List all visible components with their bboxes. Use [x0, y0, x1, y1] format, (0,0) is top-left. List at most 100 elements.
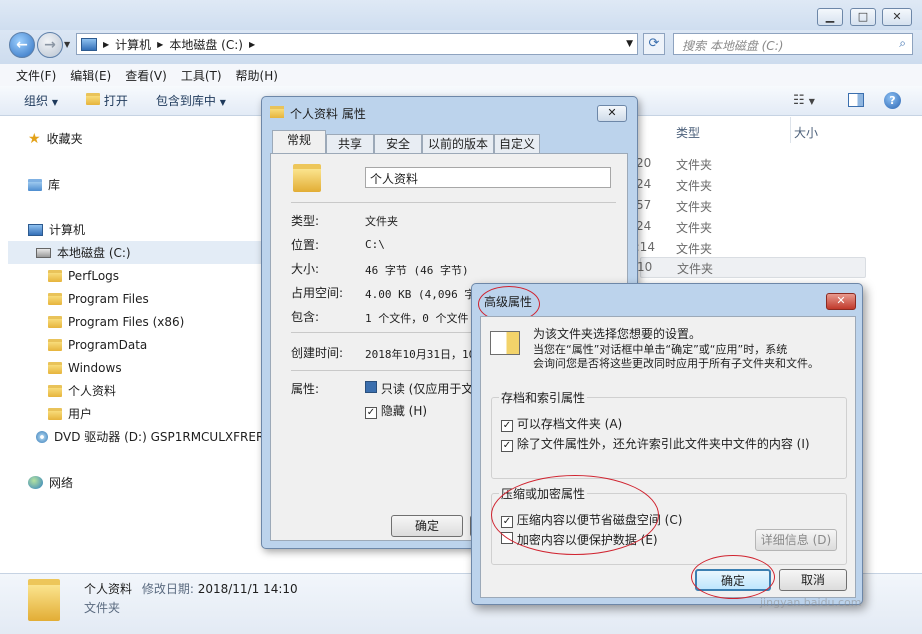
attributes-icon: [490, 331, 520, 355]
arrow-right-icon: →: [44, 37, 56, 53]
contains-label: 包含:: [291, 310, 320, 324]
nav-drive-c-label: 本地磁盘 (C:): [57, 246, 131, 260]
table-row[interactable]: 57 文件夹: [636, 196, 866, 217]
nav-favorites[interactable]: ★ 收藏夹: [28, 127, 83, 150]
menu-help[interactable]: 帮助(H): [236, 67, 278, 84]
view-options-icon[interactable]: ☷ ▼: [793, 93, 815, 108]
table-row[interactable]: 20 文件夹: [636, 154, 866, 175]
refresh-button[interactable]: ⟳: [643, 33, 665, 55]
refresh-icon: ⟳: [648, 36, 660, 51]
breadcrumb-computer[interactable]: 计算机: [115, 36, 151, 53]
folder-large-icon: [28, 579, 60, 621]
folder-icon: [48, 269, 62, 282]
drive-icon: [36, 247, 51, 258]
details-modified-value: 2018/11/1 14:10: [197, 582, 298, 596]
nav-folder-label: PerfLogs: [68, 268, 120, 283]
menu-view[interactable]: 查看(V): [125, 67, 167, 84]
table-row[interactable]: 24 文件夹: [636, 175, 866, 196]
maximize-button[interactable]: □: [850, 8, 876, 26]
tab-general[interactable]: 常规: [272, 130, 326, 154]
menu-file[interactable]: 文件(F): [16, 67, 56, 84]
archive-checkbox[interactable]: ✓ 可以存档文件夹 (A): [501, 415, 622, 432]
minimize-button[interactable]: ▁: [817, 8, 843, 26]
history-dropdown-icon[interactable]: ▼: [64, 40, 70, 49]
row-date: 20: [636, 156, 652, 170]
tab-security[interactable]: 安全: [374, 134, 422, 154]
tab-customize[interactable]: 自定义: [494, 134, 540, 154]
folder-icon: [48, 407, 62, 420]
nav-folder-item[interactable]: ProgramData: [48, 333, 147, 356]
nav-folder-item[interactable]: Program Files (x86): [48, 310, 184, 333]
column-size[interactable]: 大小: [794, 124, 818, 141]
include-label: 包含到库中: [155, 94, 216, 108]
row-date: 24: [636, 219, 652, 233]
readonly-label: 只读 (仅应用于文: [380, 382, 474, 396]
column-type[interactable]: 类型: [676, 124, 700, 141]
close-button[interactable]: ✕: [882, 8, 912, 26]
organize-label: 组织: [24, 94, 49, 108]
nav-computer[interactable]: 计算机: [28, 218, 85, 241]
nav-dvd-label: DVD 驱动器 (D:) GSP1RMCULXFRER: [54, 430, 265, 444]
details-type: 文件夹: [84, 601, 121, 615]
preview-pane-icon[interactable]: [848, 93, 864, 107]
nav-dvd[interactable]: DVD 驱动器 (D:) GSP1RMCULXFRER: [36, 425, 264, 448]
row-type: 文件夹: [676, 242, 713, 256]
ok-button[interactable]: 确定: [391, 515, 463, 537]
include-library-button[interactable]: 包含到库中 ▼: [156, 92, 226, 109]
type-label: 类型:: [291, 214, 320, 228]
checkbox-indeterminate-icon: [365, 381, 377, 393]
table-row[interactable]: 2:14 文件夹: [628, 238, 866, 259]
address-bar[interactable]: ▶ 计算机 ▶ 本地磁盘 (C:) ▶ ▼: [76, 33, 638, 55]
column-divider[interactable]: [790, 117, 791, 143]
tab-sharing[interactable]: 共享: [326, 134, 374, 154]
computer-icon: [81, 37, 97, 51]
hidden-label: 隐藏 (H): [380, 404, 428, 418]
dropdown-arrow-icon[interactable]: ▼: [626, 39, 633, 49]
search-input[interactable]: 搜索 本地磁盘 (C:) ⌕: [673, 33, 913, 55]
created-label: 创建时间:: [291, 346, 344, 360]
cancel-button[interactable]: 取消: [779, 569, 847, 591]
nav-folder-item[interactable]: Windows: [48, 356, 122, 379]
attributes-label: 属性:: [291, 382, 320, 396]
nav-folder-label: ProgramData: [68, 337, 148, 352]
table-row-selected[interactable]: 10 文件夹: [637, 257, 866, 278]
readonly-checkbox[interactable]: 只读 (仅应用于文: [365, 380, 475, 397]
nav-folder-item[interactable]: 用户: [48, 402, 92, 425]
nav-network[interactable]: 网络: [28, 471, 73, 494]
created-value: 2018年10月31日，10: [365, 348, 476, 361]
name-field[interactable]: 个人资料: [365, 167, 611, 188]
index-checkbox[interactable]: ✓ 除了文件属性外，还允许索引此文件夹中文件的内容 (I): [501, 435, 841, 452]
details-modified-label: 修改日期:: [141, 582, 194, 596]
folder-icon: [270, 106, 284, 118]
nav-folder-item[interactable]: 个人资料: [48, 379, 116, 402]
back-button[interactable]: ←: [9, 32, 35, 58]
details-button[interactable]: 详细信息 (D): [755, 529, 837, 551]
help-icon[interactable]: ?: [884, 92, 901, 109]
size-label: 大小:: [291, 262, 320, 276]
organize-button[interactable]: 组织 ▼: [24, 92, 58, 109]
open-button[interactable]: 打开: [86, 92, 128, 109]
title-bar: [0, 0, 922, 30]
close-button[interactable]: ✕: [826, 293, 856, 310]
disk-size-value: 4.00 KB (4,096 字节: [365, 288, 483, 301]
hidden-checkbox[interactable]: ✓ 隐藏 (H): [365, 402, 427, 419]
library-icon: [28, 178, 42, 191]
nav-drive-c[interactable]: 本地磁盘 (C:): [8, 241, 262, 264]
tab-previous-versions[interactable]: 以前的版本: [422, 134, 494, 154]
folder-icon: [48, 315, 62, 328]
folder-icon: [48, 384, 62, 397]
chevron-down-icon: ▼: [51, 98, 58, 107]
menu-tools[interactable]: 工具(T): [181, 67, 222, 84]
nav-folder-item[interactable]: Program Files: [48, 287, 149, 310]
folder-open-icon: [86, 93, 100, 105]
breadcrumb-drive[interactable]: 本地磁盘 (C:): [169, 36, 243, 53]
menu-edit[interactable]: 编辑(E): [70, 67, 111, 84]
description-line-3: 会询问您是否将这些更改同时应用于所有子文件夹和文件。: [533, 357, 819, 370]
nav-folder-item[interactable]: PerfLogs: [48, 264, 119, 287]
forward-button[interactable]: →: [37, 32, 63, 58]
close-button[interactable]: ✕: [597, 105, 627, 122]
row-type: 文件夹: [676, 179, 713, 193]
nav-libraries[interactable]: 库: [28, 173, 60, 196]
table-row[interactable]: 24 文件夹: [636, 217, 866, 238]
